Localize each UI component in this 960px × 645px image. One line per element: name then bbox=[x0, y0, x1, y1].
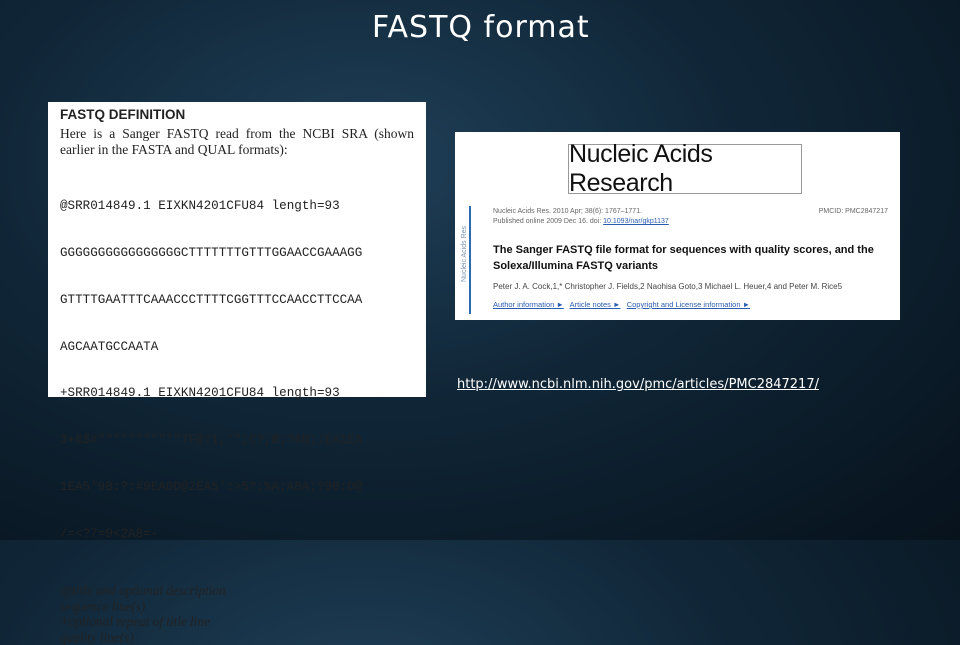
code-line: 3+&$#"""""""""""7F@71,'";C?,B;?6B;:EA1EA bbox=[60, 433, 363, 448]
code-line: @SRR014849.1 EIXKN4201CFU84 length=93 bbox=[60, 199, 340, 214]
journal-logo: Nucleic Acids Research bbox=[568, 140, 802, 197]
fastq-example-code: @SRR014849.1 EIXKN4201CFU84 length=93 GG… bbox=[60, 168, 414, 573]
legend-line: @title and optional description bbox=[60, 583, 226, 599]
author-information-link[interactable]: Author information ► bbox=[493, 300, 564, 309]
definition-heading: FASTQ DEFINITION bbox=[60, 107, 186, 122]
accent-bar bbox=[469, 206, 471, 314]
doi-link[interactable]: 10.1093/nar/gkp1137 bbox=[603, 218, 669, 225]
code-line: 1EA5'9B:?:#9EA0D@2EA5':>5?:%A;A8A;?9B;D@ bbox=[60, 479, 363, 494]
journal-side-label: Nucleic Acids Res bbox=[461, 225, 468, 282]
article-screenshot-panel: Nucleic Acids Research Nucleic Acids Res… bbox=[455, 132, 900, 320]
slide-title: FASTQ format bbox=[372, 10, 590, 45]
code-line: +SRR014849.1 EIXKN4201CFU84 length=93 bbox=[60, 386, 340, 401]
published-text: Published online 2009 Dec 16. doi: bbox=[493, 218, 602, 225]
code-line: GTTTTGAATTTCAAACCCTTTTCGGTTTCCAACCTTCCAA bbox=[60, 292, 363, 307]
pmcid: PMCID: PMC2847217 bbox=[818, 208, 888, 215]
code-line: GGGGGGGGGGGGGGGGCTTTTTTTGTTTGGAACCGAAAGG bbox=[60, 245, 363, 260]
article-authors: Peter J. A. Cock,1,* Christopher J. Fiel… bbox=[493, 282, 843, 291]
legend-line: +optional repeat of title line bbox=[60, 614, 210, 630]
code-line: AGCAATGCCAATA bbox=[60, 339, 159, 354]
article-title: The Sanger FASTQ file format for sequenc… bbox=[493, 244, 874, 272]
definition-intro: Here is a Sanger FASTQ read from the NCB… bbox=[60, 126, 414, 157]
pmc-article-link[interactable]: http://www.ncbi.nlm.nih.gov/pmc/articles… bbox=[457, 377, 819, 392]
copyright-link[interactable]: Copyright and License information ► bbox=[627, 300, 750, 309]
fastq-legend: @title and optional description sequence… bbox=[60, 583, 414, 645]
fastq-definition-panel: FASTQ DEFINITION Here is a Sanger FASTQ … bbox=[48, 102, 426, 645]
article-notes-link[interactable]: Article notes ► bbox=[570, 300, 621, 309]
legend-line: sequence line(s) bbox=[60, 598, 146, 614]
article-links: Author information ► Article notes ► Cop… bbox=[493, 300, 750, 309]
citation-line: Nucleic Acids Res. 2010 Apr; 38(6): 1767… bbox=[493, 208, 643, 215]
published-line: Published online 2009 Dec 16. doi: 10.10… bbox=[493, 218, 669, 225]
legend-line: quality line(s) bbox=[60, 629, 134, 645]
